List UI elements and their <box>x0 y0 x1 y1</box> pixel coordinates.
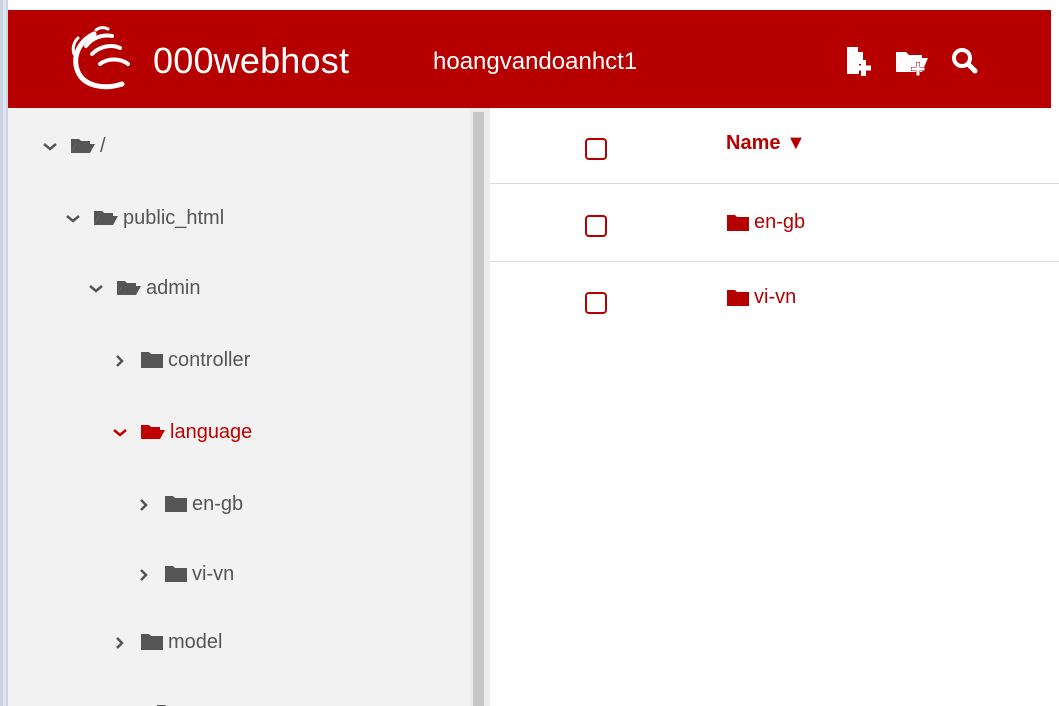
folder-icon <box>140 350 164 370</box>
tree-item-vi-vn[interactable]: vi-vn <box>132 554 234 594</box>
tree-item-model[interactable]: model <box>108 622 222 662</box>
logo-icon[interactable] <box>56 24 156 94</box>
row-checkbox[interactable] <box>585 215 607 237</box>
chevron-down-icon[interactable] <box>38 136 62 156</box>
tree-item-label: vi-vn <box>192 562 235 585</box>
folder-icon <box>726 288 750 308</box>
chevron-down-icon[interactable] <box>108 422 132 442</box>
folder-icon <box>726 213 750 233</box>
tree-item-label: controller <box>168 348 251 371</box>
tree-item-label: / <box>100 134 106 157</box>
tree-item-controller[interactable]: controller <box>108 340 250 380</box>
file-name-label: en-gb <box>754 211 806 233</box>
tree-item-label: language <box>170 420 253 443</box>
chevron-right-icon[interactable] <box>108 632 132 652</box>
tree-item-language[interactable]: language <box>108 412 252 452</box>
row-checkbox[interactable] <box>585 292 607 314</box>
chevron-right-icon[interactable] <box>132 494 156 514</box>
table-row[interactable]: en-gb <box>490 184 1059 262</box>
table-row[interactable]: vi-vn <box>490 262 1059 340</box>
tree-item-label: public_html <box>123 206 225 229</box>
folder-icon <box>156 698 182 706</box>
scrollbar-thumb[interactable] <box>473 112 484 706</box>
file-name-label: vi-vn <box>754 286 797 308</box>
search-icon[interactable] <box>948 44 982 78</box>
table-header-row: Name ▼ <box>490 108 1059 184</box>
select-all-checkbox[interactable] <box>585 138 607 160</box>
new-file-icon[interactable] <box>841 44 875 78</box>
tree-item-public-html[interactable]: public_html <box>61 198 224 238</box>
folder-open-icon <box>93 208 119 228</box>
new-folder-icon[interactable] <box>894 44 928 78</box>
tree-item-label: admin <box>146 276 201 299</box>
tree-item-admin[interactable]: admin <box>84 268 200 308</box>
file-link[interactable]: vi-vn <box>726 286 796 309</box>
name-column-header[interactable]: Name ▼ <box>726 132 806 155</box>
tree-item-root[interactable]: / <box>38 126 106 166</box>
folder-open-icon <box>116 278 142 298</box>
window-edge <box>0 0 8 706</box>
folder-icon <box>164 564 188 584</box>
chevron-down-icon[interactable] <box>84 278 108 298</box>
tree-item-en-gb[interactable]: en-gb <box>132 484 243 524</box>
folder-open-icon <box>140 422 166 442</box>
tree-item-label: en-gb <box>192 492 244 515</box>
folder-tree: / public_html admin controller language … <box>8 108 470 706</box>
tree-item-label: model <box>168 630 223 653</box>
username: hoangvandoanhct1 <box>433 48 638 75</box>
brand-name: 000webhost <box>153 40 350 81</box>
header-bar: 000webhost hoangvandoanhct1 <box>8 10 1051 108</box>
chevron-down-icon[interactable] <box>61 208 85 228</box>
file-list: Name ▼ en-gb vi-vn <box>490 108 1059 706</box>
folder-icon <box>140 632 164 652</box>
chevron-right-icon[interactable] <box>108 350 132 370</box>
chevron-right-icon[interactable] <box>132 564 156 584</box>
folder-open-icon <box>70 136 96 156</box>
file-link[interactable]: en-gb <box>726 211 805 234</box>
pane-splitter[interactable] <box>470 108 490 706</box>
folder-icon <box>164 494 188 514</box>
